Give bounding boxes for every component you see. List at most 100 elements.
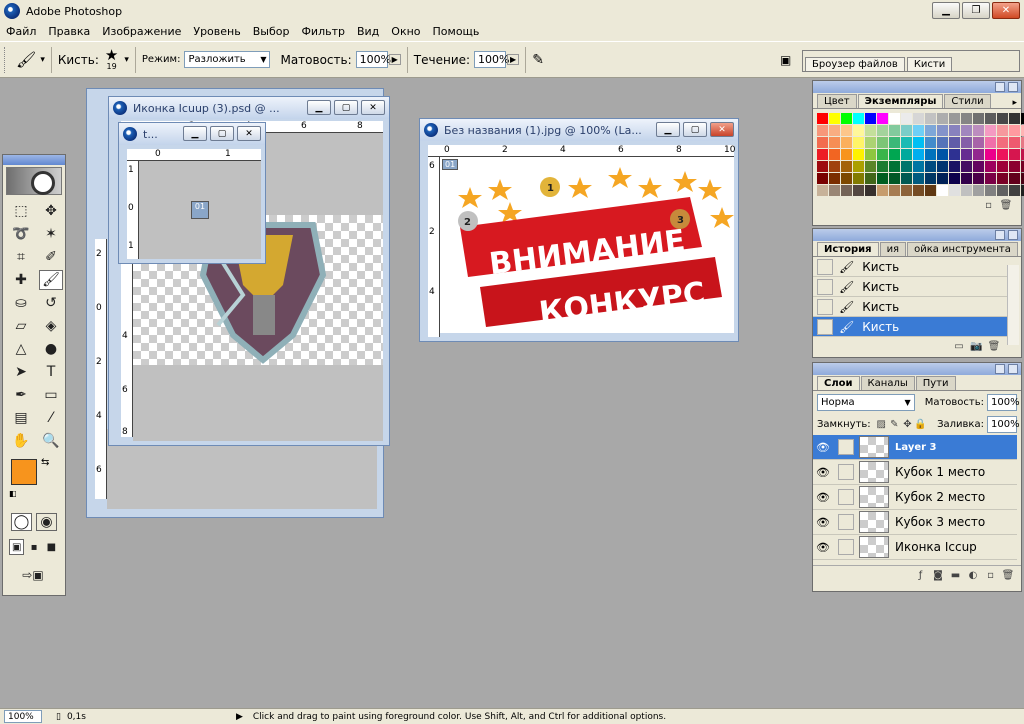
lock-transparency-icon[interactable]: ▨ (875, 418, 888, 430)
history-scrollbar[interactable] (1007, 265, 1019, 345)
layer-mask-icon[interactable]: ◙ (931, 570, 945, 582)
new-document-from-state-icon[interactable]: ▭ (952, 341, 966, 353)
layer-style-icon[interactable]: ƒ (914, 570, 928, 582)
menu-window[interactable]: Окно (385, 25, 426, 38)
color-swatch[interactable] (973, 125, 984, 136)
color-swatch[interactable] (1009, 113, 1020, 124)
tab-brushes[interactable]: Кисти (906, 57, 953, 71)
color-swatch[interactable] (901, 137, 912, 148)
color-swatch[interactable] (853, 173, 864, 184)
doc-maximize-button[interactable]: ▢ (334, 100, 358, 115)
color-swatch[interactable] (925, 173, 936, 184)
palette-minimize-button[interactable] (995, 82, 1005, 92)
layer-row[interactable]: 👁 Кубок 1 место (813, 460, 1017, 485)
maximize-button[interactable]: ❐ (962, 2, 990, 19)
eraser-tool-icon[interactable]: ▱ (9, 316, 33, 336)
blur-tool-icon[interactable]: △ (9, 339, 33, 359)
color-swatch[interactable] (877, 125, 888, 136)
color-swatch[interactable] (853, 185, 864, 196)
color-swatch[interactable] (913, 161, 924, 172)
color-swatch[interactable] (841, 173, 852, 184)
history-item[interactable]: 🖌 Кисть (813, 297, 1007, 317)
color-swatch[interactable] (949, 161, 960, 172)
adobe-online-icon[interactable] (6, 167, 62, 195)
tab-history[interactable]: История (817, 242, 879, 256)
menu-view[interactable]: Вид (351, 25, 385, 38)
options-grip[interactable] (4, 46, 8, 73)
clone-stamp-icon[interactable]: ⛀ (9, 293, 33, 313)
opacity-slider-button[interactable]: ▶ (388, 54, 401, 65)
brush-tool-preset-icon[interactable]: 🖌 (16, 50, 36, 69)
color-swatch[interactable] (865, 173, 876, 184)
color-swatch[interactable] (1009, 149, 1020, 160)
type-tool-icon[interactable]: T (39, 362, 63, 382)
color-swatch[interactable] (889, 149, 900, 160)
color-swatch[interactable] (841, 113, 852, 124)
adjustment-layer-icon[interactable]: ◐ (966, 570, 980, 582)
layer-row[interactable]: 👁 Кубок 3 место (813, 510, 1017, 535)
trash-icon[interactable]: 🗑 (1001, 570, 1015, 582)
link-toggle[interactable] (838, 464, 854, 480)
color-swatch[interactable] (1009, 185, 1020, 196)
color-swatch[interactable] (961, 125, 972, 136)
jump-to-imageready-icon[interactable]: ⇨▣ (9, 565, 57, 585)
color-swatch[interactable] (949, 125, 960, 136)
trash-icon[interactable]: 🗑 (987, 341, 1001, 353)
color-swatch[interactable] (829, 185, 840, 196)
color-swatch[interactable] (829, 161, 840, 172)
color-swatch[interactable] (901, 161, 912, 172)
color-swatch[interactable] (865, 149, 876, 160)
marquee-tool-icon[interactable]: ⬚ (9, 201, 33, 221)
dodge-tool-icon[interactable]: ● (39, 339, 63, 359)
swap-colors-icon[interactable]: ⇆ (41, 457, 49, 468)
color-swatch[interactable] (997, 173, 1008, 184)
color-swatch[interactable] (997, 149, 1008, 160)
menu-help[interactable]: Помощь (427, 25, 486, 38)
brush-link-icon[interactable] (838, 439, 854, 455)
color-swatch[interactable] (913, 125, 924, 136)
color-swatch[interactable] (817, 137, 828, 148)
menu-filter[interactable]: Фильтр (295, 25, 351, 38)
color-swatch[interactable] (889, 173, 900, 184)
close-button[interactable]: ✕ (992, 2, 1020, 19)
menu-edit[interactable]: Правка (42, 25, 96, 38)
link-toggle[interactable] (838, 489, 854, 505)
document-window-small[interactable]: t... ▁ ▢ ✕ 0 1 1 0 1 01 (118, 122, 266, 264)
opacity-input[interactable]: 100% (355, 51, 391, 68)
eye-icon[interactable]: 👁 (813, 491, 833, 504)
palette-header[interactable] (813, 81, 1021, 93)
color-swatch[interactable] (925, 161, 936, 172)
color-swatch[interactable] (985, 185, 996, 196)
color-swatch[interactable] (841, 149, 852, 160)
color-swatch[interactable] (973, 161, 984, 172)
color-swatch[interactable] (889, 125, 900, 136)
minimize-button[interactable]: ▁ (932, 2, 960, 19)
doc-close-button[interactable]: ✕ (710, 122, 734, 137)
eyedropper-icon[interactable]: ⁄ (39, 408, 63, 428)
color-swatch[interactable] (973, 173, 984, 184)
color-swatch[interactable] (877, 161, 888, 172)
color-swatch[interactable] (997, 137, 1008, 148)
doc-maximize-button[interactable]: ▢ (210, 126, 234, 141)
eye-icon[interactable]: 👁 (813, 541, 833, 554)
link-toggle[interactable] (838, 514, 854, 530)
document-window-jpg[interactable]: Без названия (1).jpg @ 100% (La... ▁ ▢ ✕… (419, 118, 739, 342)
palette-minimize-button[interactable] (995, 364, 1005, 374)
color-swatch[interactable] (817, 185, 828, 196)
color-swatch[interactable] (889, 113, 900, 124)
new-group-icon[interactable]: ▬ (949, 570, 963, 582)
color-swatch[interactable] (817, 161, 828, 172)
color-swatch[interactable] (961, 137, 972, 148)
color-swatch[interactable] (985, 149, 996, 160)
doc-minimize-button[interactable]: ▁ (307, 100, 331, 115)
status-menu-arrow-icon[interactable]: ▶ (236, 712, 243, 722)
color-swatch[interactable] (853, 161, 864, 172)
color-swatch[interactable] (997, 161, 1008, 172)
doc-close-button[interactable]: ✕ (361, 100, 385, 115)
brush-tool-icon[interactable]: 🖌 (39, 270, 63, 290)
color-swatch[interactable] (961, 113, 972, 124)
flow-input[interactable]: 100% (474, 51, 510, 68)
color-swatch[interactable] (841, 185, 852, 196)
airbrush-icon[interactable]: ✎ (532, 52, 544, 68)
doc-minimize-button[interactable]: ▁ (183, 126, 207, 141)
